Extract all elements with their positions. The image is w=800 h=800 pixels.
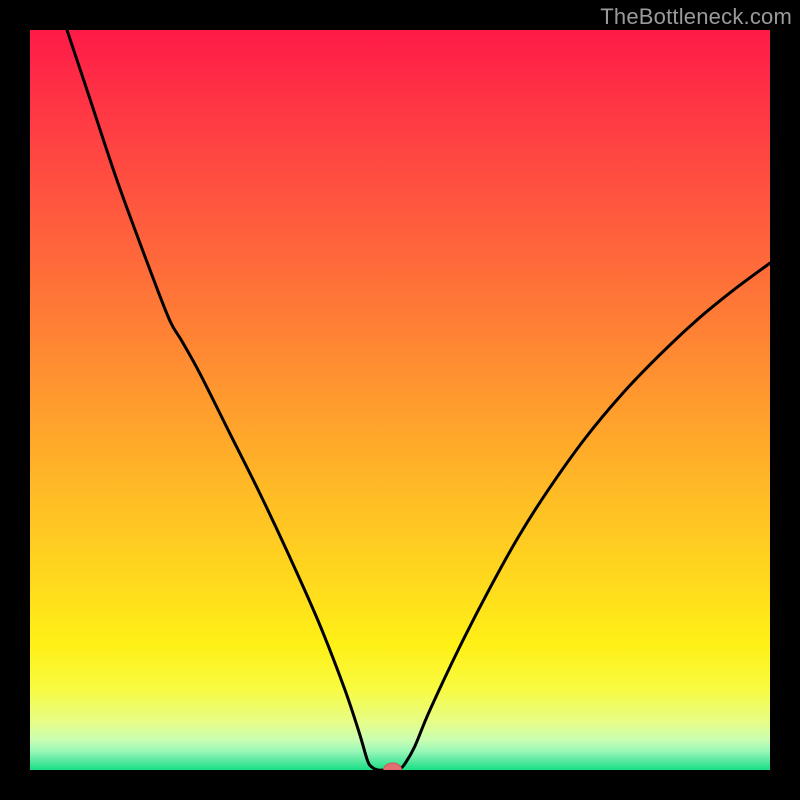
minimum-marker <box>384 763 402 770</box>
chart-frame: TheBottleneck.com <box>0 0 800 800</box>
plot-area <box>30 30 770 770</box>
bottleneck-curve <box>67 30 770 770</box>
watermark-text: TheBottleneck.com <box>600 4 792 30</box>
chart-svg <box>30 30 770 770</box>
